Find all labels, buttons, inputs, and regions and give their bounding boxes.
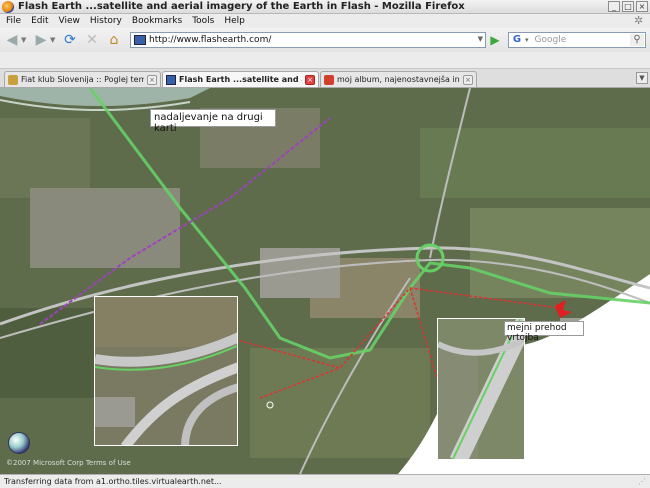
activity-throbber-icon: ✲ bbox=[634, 14, 644, 27]
url-dropdown-icon[interactable]: ▼ bbox=[478, 35, 483, 43]
map-viewport[interactable]: nadaljevanje na drugi karti mejni prehod… bbox=[0, 88, 650, 474]
menu-view[interactable]: View bbox=[59, 16, 80, 26]
inset-photo-interchange bbox=[94, 296, 238, 446]
resize-grip-icon[interactable]: ⋰ bbox=[638, 477, 648, 487]
go-button[interactable]: ▶ bbox=[488, 33, 502, 47]
navigation-toolbar: ◀ ▼ ▶ ▼ ⟳ ✕ ⌂ http://www.flashearth.com/… bbox=[0, 28, 650, 52]
menu-file[interactable]: File bbox=[6, 16, 21, 26]
engine-dropdown-icon[interactable]: ▾ bbox=[525, 36, 529, 44]
callout-continuation: nadaljevanje na drugi karti bbox=[150, 109, 276, 134]
back-button[interactable]: ◀ bbox=[2, 30, 22, 50]
maximize-button[interactable]: □ bbox=[622, 1, 634, 12]
callout-border-crossing: mejni prehod vrtojba bbox=[504, 321, 584, 343]
home-button[interactable]: ⌂ bbox=[104, 30, 124, 50]
tab-list-icon[interactable]: ▼ bbox=[636, 72, 648, 84]
reload-button[interactable]: ⟳ bbox=[60, 30, 80, 50]
site-favicon-icon bbox=[134, 35, 146, 45]
tab-favicon-icon bbox=[8, 74, 18, 85]
tab-close-icon[interactable]: × bbox=[147, 74, 157, 85]
menu-bookmarks[interactable]: Bookmarks bbox=[132, 16, 182, 26]
tab-favicon-icon bbox=[324, 74, 334, 85]
minimize-button[interactable]: _ bbox=[608, 1, 620, 12]
menu-edit[interactable]: Edit bbox=[31, 16, 48, 26]
tab-moj-album[interactable]: moj album, najenostavnejša in najprij...… bbox=[320, 71, 477, 87]
map-copyright[interactable]: ©2007 Microsoft Corp Terms of Use bbox=[6, 459, 131, 467]
close-button[interactable]: × bbox=[636, 1, 648, 12]
tab-label: Fiat klub Slovenija :: Poglej temo - Nas… bbox=[21, 75, 144, 84]
stop-button[interactable]: ✕ bbox=[82, 30, 102, 50]
url-bar[interactable]: http://www.flashearth.com/ ▼ bbox=[130, 32, 486, 48]
search-placeholder[interactable]: Google bbox=[535, 35, 567, 45]
browser-window: Flash Earth ...satellite and aerial imag… bbox=[0, 0, 650, 488]
windows-logo-icon bbox=[8, 432, 30, 454]
status-text: Transferring data from a1.ortho.tiles.vi… bbox=[4, 477, 222, 486]
menu-bar: File Edit View History Bookmarks Tools H… bbox=[0, 14, 650, 28]
tab-label: Flash Earth ...satellite and aerial i... bbox=[179, 75, 302, 84]
tab-label: moj album, najenostavnejša in najprij... bbox=[337, 75, 460, 84]
google-engine-icon[interactable]: G bbox=[511, 34, 523, 46]
tab-flash-earth[interactable]: Flash Earth ...satellite and aerial i...… bbox=[162, 71, 319, 87]
search-magnifier-icon[interactable]: ⚲ bbox=[630, 34, 644, 46]
tab-close-icon[interactable]: × bbox=[463, 74, 473, 85]
menu-help[interactable]: Help bbox=[224, 16, 245, 26]
search-bar[interactable]: G ▾ Google ⚲ bbox=[508, 32, 646, 48]
forward-history-dropdown[interactable]: ▼ bbox=[50, 36, 58, 44]
firefox-icon bbox=[2, 0, 14, 13]
title-bar[interactable]: Flash Earth ...satellite and aerial imag… bbox=[0, 0, 650, 14]
window-title: Flash Earth ...satellite and aerial imag… bbox=[18, 1, 465, 12]
bookmarks-toolbar bbox=[0, 52, 650, 69]
status-bar: Transferring data from a1.ortho.tiles.vi… bbox=[0, 474, 650, 488]
back-history-dropdown[interactable]: ▼ bbox=[21, 36, 29, 44]
tab-strip: Fiat klub Slovenija :: Poglej temo - Nas… bbox=[0, 69, 650, 88]
tab-close-icon[interactable]: × bbox=[305, 74, 315, 85]
menu-history[interactable]: History bbox=[90, 16, 122, 26]
forward-button[interactable]: ▶ bbox=[31, 30, 51, 50]
tab-favicon-icon bbox=[166, 74, 176, 85]
menu-tools[interactable]: Tools bbox=[192, 16, 214, 26]
tab-fiat-klub[interactable]: Fiat klub Slovenija :: Poglej temo - Nas… bbox=[4, 71, 161, 87]
url-text[interactable]: http://www.flashearth.com/ bbox=[149, 35, 271, 45]
window-controls: _ □ × bbox=[608, 1, 648, 12]
